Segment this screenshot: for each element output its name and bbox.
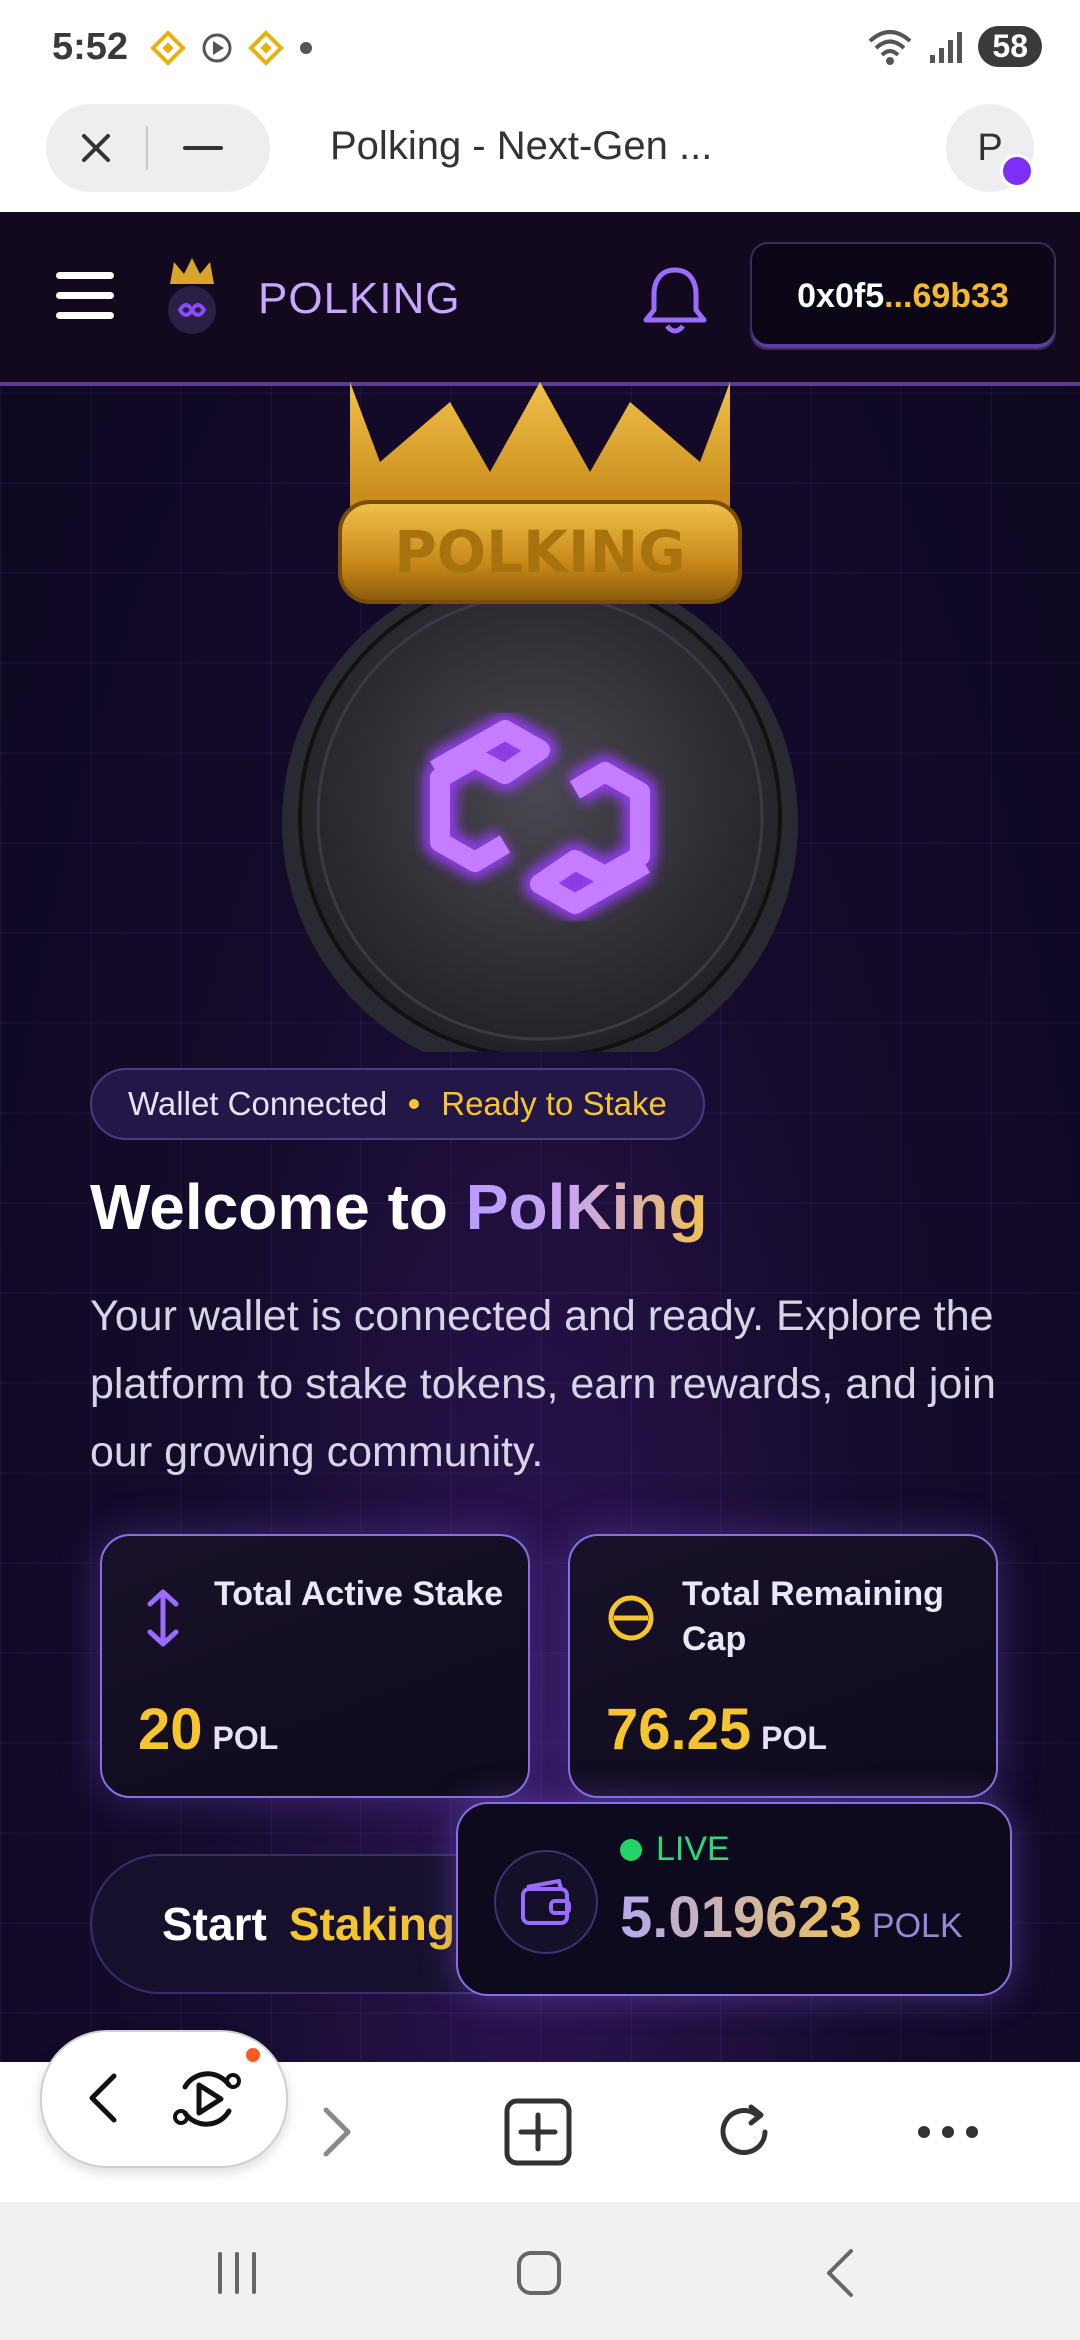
ready-to-stake-label: Ready to Stake xyxy=(441,1085,667,1122)
back-icon xyxy=(827,2249,853,2297)
live-balance-value: 5.019623 POLK xyxy=(620,1884,963,1951)
live-indicator: LIVE xyxy=(620,1830,730,1869)
signal-icon xyxy=(930,31,963,63)
wallet-status-badge: Wallet Connected Ready to Stake xyxy=(90,1068,705,1140)
video-assistant-button[interactable] xyxy=(162,2054,252,2144)
page-title[interactable]: Polking - Next-Gen ... xyxy=(330,124,712,169)
web-content: POLKING 0x0f5 ...69b33 POLKING Wallet Co… xyxy=(0,212,1080,2062)
floating-controls xyxy=(40,2030,288,2168)
staking-label: Staking xyxy=(288,1898,455,1950)
welcome-prefix: Welcome to xyxy=(90,1171,466,1243)
welcome-heading: Welcome to PolKing xyxy=(90,1170,708,1244)
wifi-icon xyxy=(869,29,912,65)
binance-icon xyxy=(248,30,284,66)
live-balance-unit: POLK xyxy=(871,1907,963,1945)
sync-play-icon xyxy=(202,33,232,63)
system-back-button[interactable] xyxy=(796,2238,886,2308)
polking-logo-icon xyxy=(168,258,216,334)
total-active-stake-card: Total Active Stake 20 POL xyxy=(100,1534,530,1798)
profile-avatar[interactable]: P xyxy=(946,104,1034,192)
minimize-button[interactable] xyxy=(148,104,258,192)
battery-icon: 58 xyxy=(978,26,1042,67)
menu-line xyxy=(56,292,114,299)
wallet-icon xyxy=(494,1850,598,1954)
reload-button[interactable] xyxy=(704,2092,784,2172)
app-header: POLKING 0x0f5 ...69b33 xyxy=(0,212,1080,386)
start-label: Start xyxy=(162,1898,267,1950)
forward-button[interactable] xyxy=(296,2092,376,2172)
live-dot-icon xyxy=(620,1838,642,1861)
reload-icon xyxy=(720,2104,768,2155)
stat-label: Total Remaining Cap xyxy=(682,1575,944,1658)
new-tab-button[interactable] xyxy=(498,2092,578,2172)
stat-unit: POL xyxy=(761,1720,827,1756)
recent-apps-button[interactable] xyxy=(192,2238,282,2308)
total-remaining-cap-card: Total Remaining Cap 76.25 POL xyxy=(568,1534,998,1798)
brand-name: POLKING xyxy=(258,274,461,323)
plus-square-icon xyxy=(504,2098,572,2166)
status-time: 5:52 xyxy=(52,26,129,68)
polygon-badge-icon xyxy=(1000,154,1034,188)
home-button[interactable] xyxy=(494,2238,584,2308)
profile-initial: P xyxy=(977,126,1003,169)
home-icon xyxy=(517,2251,561,2295)
status-bar: 5:52 58 xyxy=(0,0,1080,100)
back-button[interactable] xyxy=(64,2058,144,2138)
menu-line xyxy=(56,272,114,279)
recent-apps-icon xyxy=(218,2252,256,2294)
live-balance-card[interactable]: LIVE 5.019623 POLK xyxy=(456,1802,1012,1996)
minimize-icon xyxy=(183,146,223,150)
video-play-icon xyxy=(173,2071,241,2127)
notification-bell-icon[interactable] xyxy=(640,262,710,338)
more-dots-icon xyxy=(918,2126,978,2138)
browser-toolbar: Polking - Next-Gen ... P xyxy=(0,100,1080,212)
dot-icon xyxy=(300,42,312,54)
stat-number: 76.25 xyxy=(606,1697,752,1762)
menu-button[interactable] xyxy=(56,272,114,320)
notification-dot-icon xyxy=(246,2048,260,2062)
wallet-address-button[interactable]: 0x0f5 ...69b33 xyxy=(750,242,1056,350)
status-dot-icon xyxy=(409,1099,420,1109)
vertical-arrows-icon xyxy=(147,1589,179,1647)
chevron-left-icon xyxy=(89,2073,117,2123)
system-navigation-bar xyxy=(0,2202,1080,2340)
live-label: LIVE xyxy=(656,1830,730,1868)
circle-minus-icon xyxy=(608,1595,654,1641)
binance-icon xyxy=(150,30,186,66)
stat-number: 20 xyxy=(138,1697,203,1762)
wallet-connected-label: Wallet Connected xyxy=(128,1085,388,1122)
stat-label: Total Active Stake xyxy=(214,1575,504,1613)
status-notification-icons xyxy=(150,30,314,66)
tab-controls xyxy=(46,104,270,192)
live-balance-number: 5.019623 xyxy=(620,1885,862,1950)
more-options-button[interactable] xyxy=(908,2092,988,2172)
menu-line xyxy=(56,312,114,319)
welcome-description: Your wallet is connected and ready. Expl… xyxy=(90,1292,996,1476)
hero-crown-text: POLKING xyxy=(394,518,685,586)
close-icon xyxy=(82,134,110,162)
hero-crown-coin-image: POLKING xyxy=(282,382,798,1052)
wallet-address-suffix: ...69b33 xyxy=(884,276,1009,315)
status-system-icons: 58 xyxy=(866,26,1042,67)
stat-value: 76.25 POL xyxy=(606,1696,827,1763)
close-tab-button[interactable] xyxy=(46,104,146,192)
stat-value: 20 POL xyxy=(138,1696,278,1763)
chevron-right-icon xyxy=(323,2107,351,2157)
wallet-address-prefix: 0x0f5 xyxy=(797,276,885,315)
welcome-accent: PolKing xyxy=(465,1171,708,1243)
stat-unit: POL xyxy=(212,1720,279,1756)
